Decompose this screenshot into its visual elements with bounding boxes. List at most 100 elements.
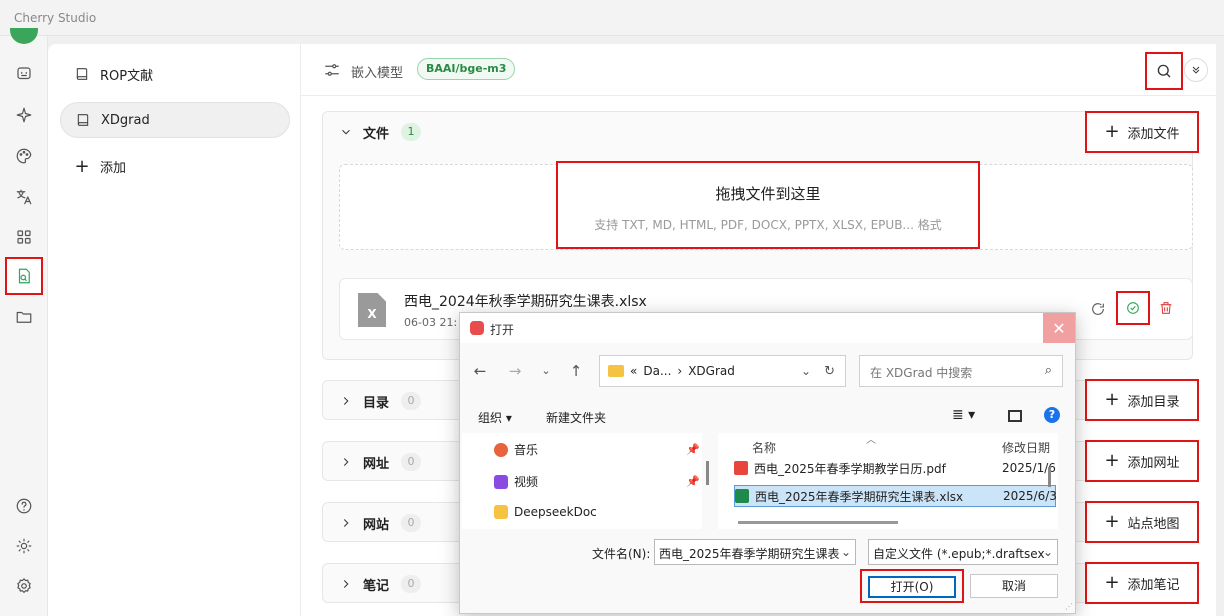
organize-menu[interactable]: 组织 ▾ [478, 409, 512, 426]
file-row-selected[interactable]: 西电_2025年春季学期研究生课表.xlsx 2025/6/3 [734, 485, 1057, 507]
nav-item-label: 视频 [514, 475, 539, 489]
dialog-search-input[interactable]: 在 XDGrad 中搜索 ⌕ [859, 355, 1063, 387]
view-menu-icon[interactable]: ≣ ▾ [952, 407, 975, 423]
open-button[interactable]: 打开(O) [868, 576, 956, 598]
music-icon [494, 442, 508, 457]
button-label: 添加网址 [1127, 455, 1180, 471]
cherry-app-icon [470, 321, 484, 335]
file-type-select[interactable]: 自定义文件 (*.epub;*.draftsex ⌄ [868, 539, 1058, 565]
file-name: 西电_2024年秋季学期研究生课表.xlsx [404, 294, 647, 310]
brightness-icon[interactable] [12, 534, 36, 558]
chevron-down-icon[interactable]: ⌄ [1043, 545, 1053, 559]
sliders-icon [323, 61, 341, 79]
help-icon[interactable]: ? [1044, 407, 1060, 423]
plus-icon: + [1104, 121, 1120, 142]
search-icon [1157, 64, 1171, 78]
kb-item-xdgrad[interactable]: XDgrad [60, 102, 290, 138]
dropzone-text-area: 拖拽文件到这里 支持 TXT, MD, HTML, PDF, DOCX, PPT… [556, 161, 980, 249]
column-name[interactable]: 名称 [752, 439, 776, 456]
apps-icon[interactable] [12, 225, 36, 249]
plus-icon: + [1104, 389, 1120, 410]
cancel-button[interactable]: 取消 [970, 574, 1058, 598]
button-label: 添加目录 [1127, 394, 1180, 410]
dialog-buttons: 打开(O) 取消 [460, 569, 1075, 603]
pin-icon: 📌 [686, 475, 700, 488]
add-kb-label: 添加 [100, 160, 127, 176]
sort-chevron-icon: ︿ [866, 435, 876, 446]
chevron-down-icon[interactable]: ⌄ [801, 364, 811, 378]
file-row-date: 2025/6/3 [1003, 489, 1057, 503]
address-part[interactable]: XDGrad [688, 364, 735, 378]
address-bar[interactable]: « Da... › XDGrad ⌄ ↻ [599, 355, 846, 387]
nav-item-deepseekdoc[interactable]: DeepseekDoc [494, 505, 597, 519]
nav-item-videos[interactable]: 视频 📌 [494, 473, 700, 490]
kb-item-rop[interactable]: ROP文献 [60, 56, 290, 92]
plus-icon: + [74, 155, 90, 177]
file-dropzone[interactable]: 拖拽文件到这里 支持 TXT, MD, HTML, PDF, DOCX, PPT… [339, 161, 1193, 250]
file-date: 06-03 21: [404, 316, 458, 329]
search-icon: ⌕ [1044, 363, 1052, 378]
sitemap-button[interactable]: + 站点地图 [1085, 501, 1199, 543]
pdf-file-icon [734, 461, 748, 475]
add-note-button[interactable]: + 添加笔记 [1085, 562, 1199, 604]
knowledge-base-list: ROP文献 XDgrad + 添加 [48, 44, 301, 616]
add-file-button[interactable]: + 添加文件 [1085, 111, 1199, 153]
palette-icon[interactable] [12, 144, 36, 168]
chat-icon[interactable] [12, 62, 36, 86]
chevron-right-icon [339, 577, 353, 591]
help-icon[interactable] [12, 494, 36, 518]
filename-row: 文件名(N): 西电_2025年春季学期研究生课表 ⌄ 自定义文件 (*.epu… [460, 539, 1075, 565]
section-title: 目录 [363, 396, 390, 411]
new-folder-button[interactable]: 新建文件夹 [546, 409, 606, 426]
dialog-nav-pane: 音乐 📌 视频 📌 DeepseekDoc [462, 433, 702, 529]
section-count: 0 [401, 514, 421, 532]
dropzone-subtitle: 支持 TXT, MD, HTML, PDF, DOCX, PPTX, XLSX,… [594, 218, 942, 232]
chevron-down-icon [339, 125, 353, 139]
dialog-close-button[interactable]: ✕ [1043, 313, 1075, 343]
dropzone-title: 拖拽文件到这里 [715, 185, 821, 203]
file-list-hscrollbar[interactable] [738, 521, 898, 524]
delete-icon[interactable] [1158, 300, 1176, 318]
processed-status-button[interactable] [1116, 291, 1150, 325]
refresh-icon[interactable] [1090, 301, 1108, 319]
knowledge-icon[interactable] [5, 257, 43, 295]
recent-chevron-icon[interactable]: ⌄ [536, 361, 556, 381]
search-button[interactable] [1145, 52, 1183, 90]
folder-icon[interactable] [12, 305, 36, 329]
resize-grip-icon[interactable]: ⋰ [1065, 602, 1073, 611]
chevron-right-icon [339, 516, 353, 530]
dialog-titlebar: 打开 ✕ [460, 313, 1075, 343]
column-modified[interactable]: 修改日期 [1002, 439, 1050, 456]
folder-icon [608, 365, 624, 377]
chevron-down-icon[interactable]: ⌄ [841, 545, 851, 559]
files-section-header[interactable]: 文件 1 [323, 112, 1192, 152]
address-part[interactable]: Da... [643, 364, 671, 378]
section-title: 笔记 [363, 579, 390, 594]
filename-input[interactable]: 西电_2025年春季学期研究生课表 ⌄ [654, 539, 856, 565]
file-type-value: 自定义文件 (*.epub;*.draftsex [873, 547, 1045, 561]
preview-pane-icon[interactable] [1008, 410, 1022, 422]
file-list-vscrollbar[interactable] [1048, 467, 1051, 487]
kb-item-label: ROP文献 [100, 68, 154, 84]
user-avatar[interactable] [10, 28, 38, 44]
add-url-button[interactable]: + 添加网址 [1085, 440, 1199, 482]
collapse-button[interactable] [1184, 58, 1208, 82]
dialog-file-list: ︿ 名称 修改日期 西电_2025年春季学期教学日历.pdf 2025/1/6 … [718, 433, 1058, 529]
sparkle-icon[interactable] [12, 103, 36, 127]
nav-item-label: DeepseekDoc [514, 505, 597, 519]
settings-icon[interactable] [12, 574, 36, 598]
add-directory-button[interactable]: + 添加目录 [1085, 379, 1199, 421]
forward-arrow-icon[interactable]: → [505, 361, 525, 381]
file-row[interactable]: 西电_2025年春季学期教学日历.pdf 2025/1/6 [734, 457, 1056, 479]
pin-icon: 📌 [686, 443, 700, 456]
add-kb-button[interactable]: + 添加 [60, 148, 290, 184]
up-arrow-icon[interactable]: ↑ [566, 361, 586, 381]
nav-pane-scrollbar[interactable] [706, 461, 709, 485]
back-arrow-icon[interactable]: ← [470, 361, 490, 381]
nav-item-music[interactable]: 音乐 📌 [494, 441, 700, 458]
open-button-highlight: 打开(O) [860, 569, 964, 603]
dialog-nav-bar: ← → ⌄ ↑ « Da... › XDGrad ⌄ ↻ 在 XDGrad 中搜… [460, 351, 1075, 391]
filename-value: 西电_2025年春季学期研究生课表 [659, 547, 840, 561]
refresh-icon[interactable]: ↻ [824, 364, 835, 379]
translate-icon[interactable] [12, 185, 36, 209]
